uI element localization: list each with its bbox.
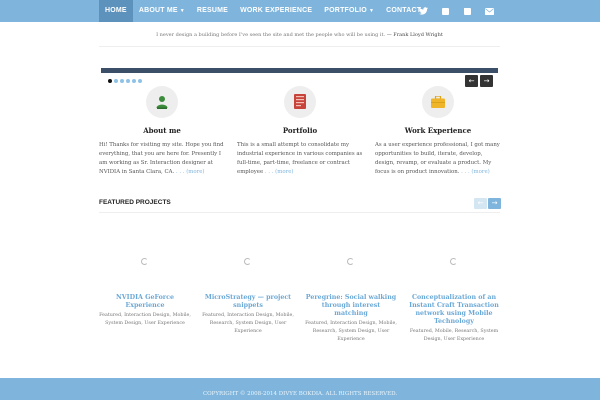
feature-work-experience: Work Experience As a user experience pro… — [375, 86, 501, 177]
project-card[interactable]: Peregrine: Social walking through intere… — [305, 222, 397, 344]
blogger-link[interactable]: b — [434, 0, 456, 22]
page-footer: COPYRIGHT © 2008-2014 DIVYE BOKDIA. ALL … — [0, 378, 600, 400]
project-thumbnail[interactable] — [202, 222, 294, 294]
linkedin-link[interactable]: in — [456, 0, 478, 22]
portfolio-icon-circle — [284, 86, 316, 118]
slider-pagination — [108, 79, 142, 83]
project-title[interactable]: MicroStrategy — project snippets — [202, 294, 294, 310]
project-tags: Featured, Interaction Design, Mobile, Sy… — [99, 313, 191, 326]
blogger-icon: b — [441, 6, 449, 16]
nav-label: HOME — [105, 7, 127, 14]
feature-title: Work Experience — [404, 126, 472, 135]
nav-label: RESUME — [196, 7, 229, 14]
nav-item-work-experience[interactable]: WORK EXPERIENCE — [234, 0, 318, 22]
slider-dot[interactable] — [108, 79, 112, 83]
slider-dot[interactable] — [138, 79, 142, 83]
nav-label: PORTFOLIO — [324, 7, 367, 14]
more-link[interactable]: . . . (more) — [265, 169, 294, 175]
mail-icon — [484, 7, 494, 15]
loading-spinner-icon — [450, 258, 457, 265]
chevron-down-icon: ▼ — [368, 8, 375, 14]
main-nav: HOME ABOUT ME ▼ RESUME WORK EXPERIENCE PO… — [99, 0, 427, 22]
more-link[interactable]: . . . (more) — [176, 169, 205, 175]
slider-dot[interactable] — [114, 79, 118, 83]
hero-slider-bar — [101, 68, 498, 73]
copyright-text: COPYRIGHT © 2008-2014 DIVYE BOKDIA. ALL … — [202, 391, 398, 397]
nav-item-home[interactable]: HOME — [99, 0, 133, 22]
feature-about-me: About me Hi! Thanks for visiting my site… — [99, 86, 225, 177]
projects-next-button[interactable]: → — [488, 198, 501, 209]
linkedin-icon: in — [463, 6, 471, 16]
slider-dot[interactable] — [120, 79, 124, 83]
header-quote: I never design a building before I've se… — [99, 32, 500, 38]
project-tags: Featured, Mobile, Research, System Desig… — [409, 329, 499, 342]
feature-text: This is a small attempt to consolidate m… — [237, 141, 363, 177]
project-thumbnail[interactable] — [408, 222, 500, 294]
project-title[interactable]: Peregrine: Social walking through intere… — [305, 294, 397, 318]
loading-spinner-icon — [141, 258, 148, 265]
slider-dot[interactable] — [132, 79, 136, 83]
social-links: b in — [412, 0, 500, 22]
project-title[interactable]: Conceptualization of an Instant Craft Tr… — [408, 294, 500, 326]
nav-item-resume[interactable]: RESUME — [191, 0, 234, 22]
quote-text: I never design a building before I've se… — [156, 32, 386, 38]
project-tags: Featured, Interaction Design, Mobile, Re… — [305, 321, 397, 342]
nav-item-portfolio[interactable]: PORTFOLIO ▼ — [318, 0, 380, 22]
user-icon — [156, 96, 168, 109]
nav-label: WORK EXPERIENCE — [240, 7, 313, 14]
feature-title: Portfolio — [282, 126, 318, 135]
project-card[interactable]: Conceptualization of an Instant Craft Tr… — [408, 222, 500, 344]
portfolio-book-icon — [294, 94, 306, 109]
briefcase-icon — [431, 96, 445, 108]
project-thumbnail[interactable] — [99, 222, 191, 294]
divider — [99, 46, 500, 47]
loading-spinner-icon — [347, 258, 354, 265]
feature-text: As a user experience professional, I got… — [375, 141, 501, 177]
project-tags: Featured, Interaction Design, Mobile, Re… — [202, 313, 294, 334]
project-title[interactable]: NVIDIA GeForce Experience — [99, 294, 191, 310]
mail-link[interactable] — [478, 0, 500, 22]
user-icon-circle — [146, 86, 178, 118]
feature-description: This is a small attempt to consolidate m… — [237, 142, 363, 175]
project-thumbnail[interactable] — [305, 222, 397, 294]
more-link[interactable]: . . . (more) — [461, 169, 490, 175]
briefcase-icon-circle — [422, 86, 454, 118]
twitter-icon — [418, 7, 428, 15]
featured-projects-heading: FEATURED PROJECTS — [99, 199, 171, 206]
nav-item-about-me[interactable]: ABOUT ME ▼ — [133, 0, 191, 22]
top-navbar: HOME ABOUT ME ▼ RESUME WORK EXPERIENCE PO… — [0, 0, 600, 22]
divider — [99, 212, 500, 213]
feature-title: About me — [143, 126, 181, 135]
feature-text: Hi! Thanks for visiting my site. Hope yo… — [99, 141, 225, 177]
feature-portfolio: Portfolio This is a small attempt to con… — [237, 86, 363, 177]
loading-spinner-icon — [244, 258, 251, 265]
projects-prev-button[interactable]: ← — [474, 198, 487, 209]
quote-author: — Frank Lloyd Wright — [386, 32, 443, 38]
slider-dot[interactable] — [126, 79, 130, 83]
twitter-link[interactable] — [412, 0, 434, 22]
nav-label: ABOUT ME — [138, 7, 178, 14]
chevron-down-icon: ▼ — [179, 8, 185, 14]
project-card[interactable]: NVIDIA GeForce Experience Featured, Inte… — [99, 222, 191, 328]
project-card[interactable]: MicroStrategy — project snippets Feature… — [202, 222, 294, 336]
